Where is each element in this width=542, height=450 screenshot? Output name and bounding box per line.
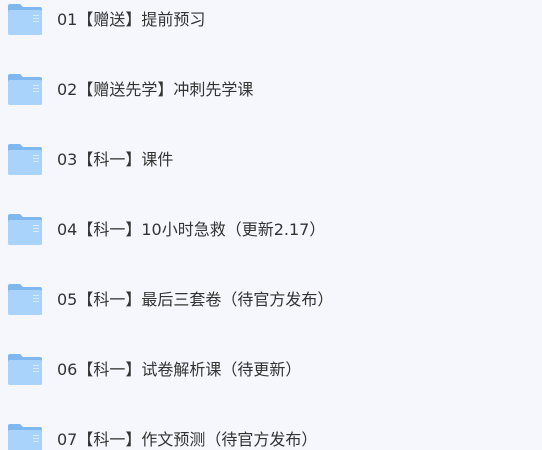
folder-icon[interactable]: [7, 422, 43, 450]
folder-list: 01【赠送】提前预习 02【赠送先学】冲刺先学课 03【科一】课件 04【科一】…: [0, 0, 542, 450]
folder-icon[interactable]: [7, 72, 43, 106]
folder-icon[interactable]: [7, 212, 43, 246]
folder-name[interactable]: 04【科一】10小时急救（更新2.17）: [57, 219, 325, 241]
folder-name[interactable]: 07【科一】作文预测（待官方发布）: [57, 429, 317, 450]
folder-item-02[interactable]: 02【赠送先学】冲刺先学课: [0, 70, 542, 110]
folder-icon[interactable]: [7, 282, 43, 316]
folder-item-01[interactable]: 01【赠送】提前预习: [0, 0, 542, 40]
folder-name[interactable]: 05【科一】最后三套卷（待官方发布）: [57, 289, 333, 311]
folder-name[interactable]: 02【赠送先学】冲刺先学课: [57, 79, 253, 101]
folder-item-06[interactable]: 06【科一】试卷解析课（待更新）: [0, 350, 542, 390]
folder-item-03[interactable]: 03【科一】课件: [0, 140, 542, 180]
folder-name[interactable]: 03【科一】课件: [57, 149, 173, 171]
folder-icon[interactable]: [7, 352, 43, 386]
folder-name[interactable]: 06【科一】试卷解析课（待更新）: [57, 359, 301, 381]
folder-item-05[interactable]: 05【科一】最后三套卷（待官方发布）: [0, 280, 542, 320]
folder-icon[interactable]: [7, 142, 43, 176]
folder-item-04[interactable]: 04【科一】10小时急救（更新2.17）: [0, 210, 542, 250]
folder-item-07[interactable]: 07【科一】作文预测（待官方发布）: [0, 420, 542, 450]
folder-name[interactable]: 01【赠送】提前预习: [57, 9, 205, 31]
folder-icon[interactable]: [7, 2, 43, 36]
